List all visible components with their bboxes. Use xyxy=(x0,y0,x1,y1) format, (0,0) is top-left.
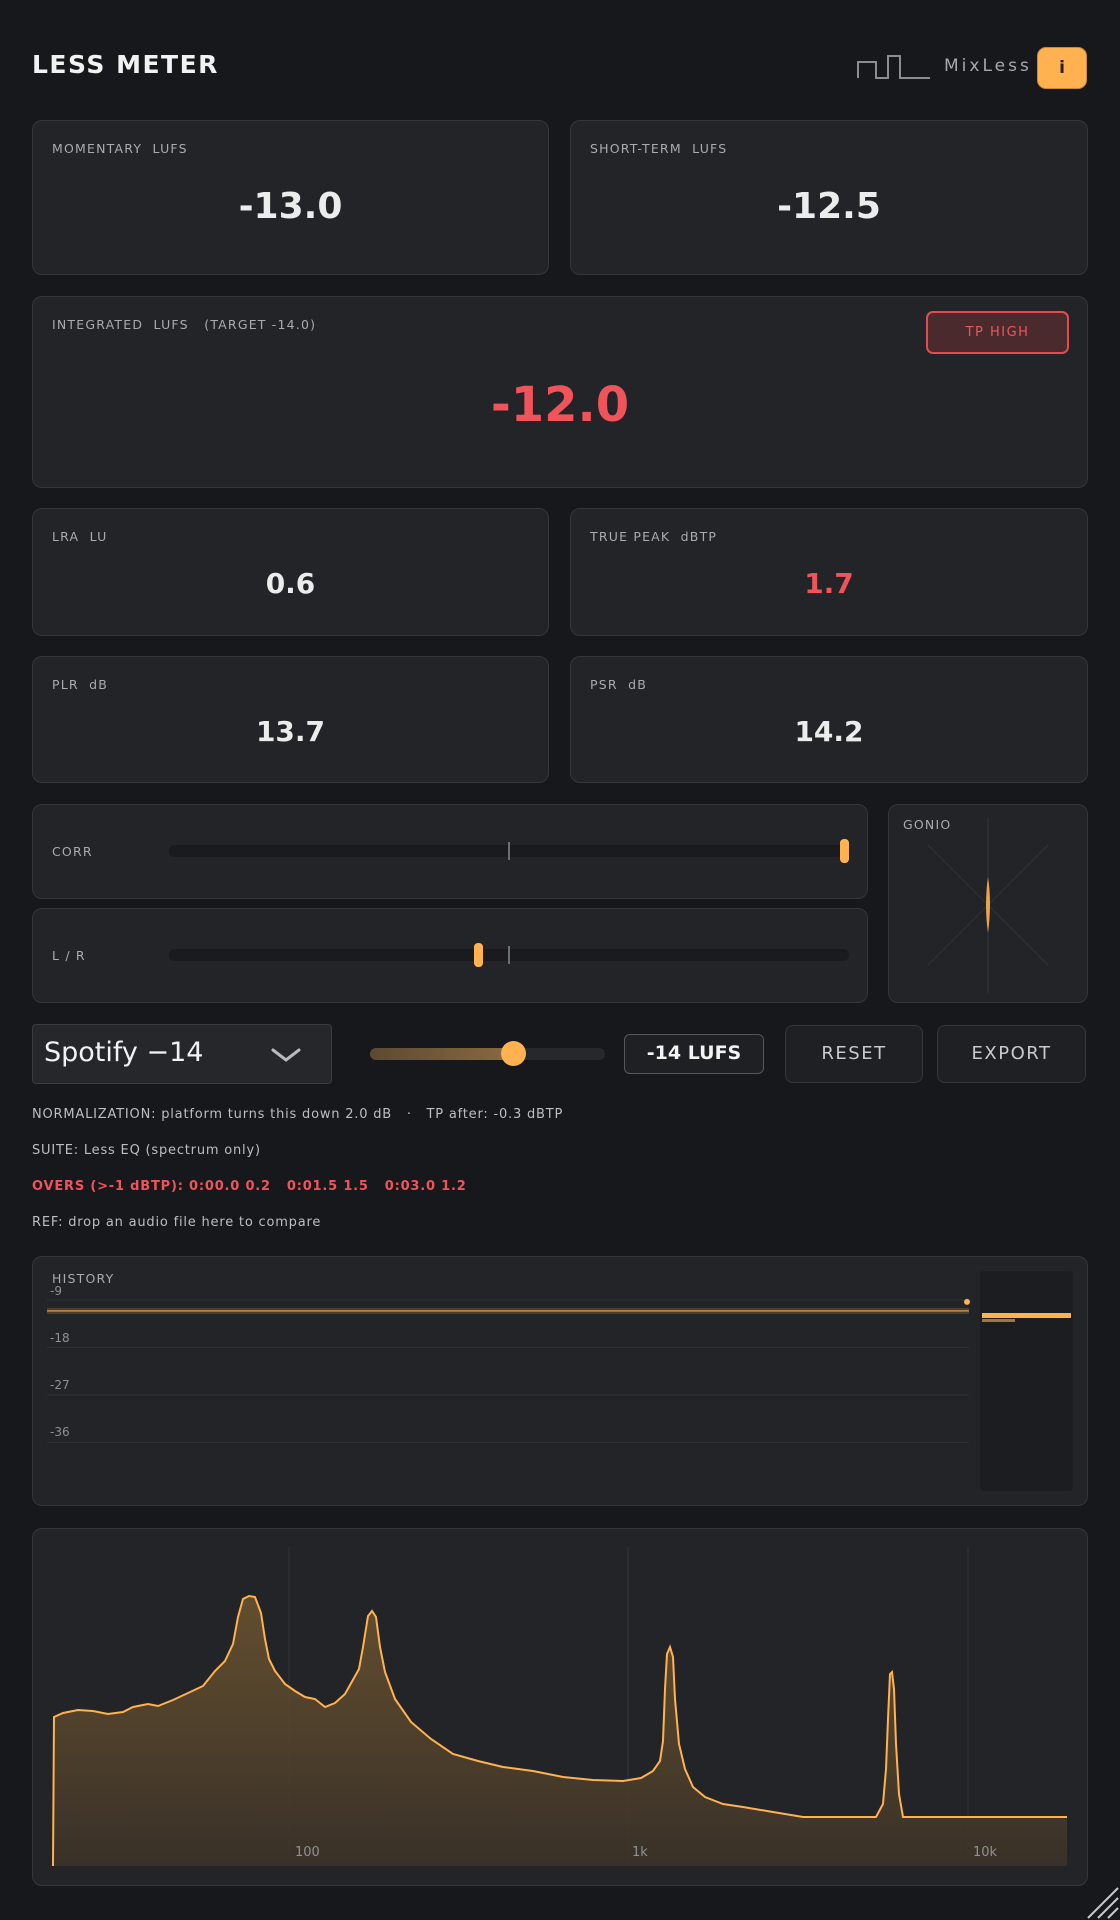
reset-button[interactable]: RESET xyxy=(785,1025,923,1083)
overs-info: OVERS (>-1 dBTP): 0:00.0 0.2 0:01.5 1.5 … xyxy=(32,1179,467,1194)
spectrum-tick-10k: 10k xyxy=(973,1845,998,1860)
true-peak-value: 1.7 xyxy=(804,567,854,600)
lra-label: LRA LU xyxy=(52,529,108,544)
short-term-lufs-panel: SHORT-TERM LUFS -12.5 xyxy=(570,120,1088,275)
balance-center-tick xyxy=(508,946,510,964)
true-peak-label: TRUE PEAK dBTP xyxy=(590,529,718,544)
history-side-meter xyxy=(980,1271,1073,1491)
correlation-meter-panel: CORR xyxy=(32,804,868,899)
spectrum-tick-100: 100 xyxy=(295,1845,320,1860)
psr-label: PSR dB xyxy=(590,677,648,692)
preset-select-value: Spotify −14 xyxy=(44,1037,204,1068)
correlation-indicator xyxy=(840,839,849,863)
resize-grip-icon[interactable] xyxy=(1084,1884,1120,1920)
target-lufs-readout: -14 LUFS xyxy=(624,1034,764,1074)
balance-label: L / R xyxy=(52,948,86,963)
correlation-label: CORR xyxy=(52,844,93,859)
true-peak-panel: TRUE PEAK dBTP 1.7 xyxy=(570,508,1088,636)
balance-meter-panel: L / R xyxy=(32,908,868,1003)
momentary-lufs-value: -13.0 xyxy=(238,186,343,227)
waveform-logo-icon xyxy=(857,55,930,79)
history-panel: HISTORY -9 -18 -27 -36 xyxy=(32,1256,1088,1506)
integrated-lufs-label: INTEGRATED LUFS (TARGET -14.0) xyxy=(52,317,317,332)
target-loudness-slider[interactable] xyxy=(370,1040,605,1068)
spectrum-panel: 100 1k 10k xyxy=(32,1528,1088,1886)
history-side-meter-bar-secondary xyxy=(982,1319,1015,1322)
spectrum-graph xyxy=(52,1547,1067,1867)
balance-indicator xyxy=(473,943,483,967)
history-current-dot xyxy=(964,1298,970,1305)
integrated-lufs-panel: INTEGRATED LUFS (TARGET -14.0) TP HIGH -… xyxy=(32,296,1088,488)
normalization-info: NORMALIZATION: platform turns this down … xyxy=(32,1107,564,1122)
lra-panel: LRA LU 0.6 xyxy=(32,508,549,636)
psr-value: 14.2 xyxy=(794,715,864,748)
short-term-lufs-label: SHORT-TERM LUFS xyxy=(590,141,728,156)
momentary-lufs-panel: MOMENTARY LUFS -13.0 xyxy=(32,120,549,275)
reference-drop-hint[interactable]: REF: drop an audio file here to compare xyxy=(32,1215,321,1230)
plr-label: PLR dB xyxy=(52,677,109,692)
history-side-meter-bar xyxy=(982,1313,1071,1318)
platform-preset-select[interactable]: Spotify −14 xyxy=(32,1024,332,1084)
info-button[interactable]: i xyxy=(1037,47,1087,89)
spectrum-tick-1k: 1k xyxy=(632,1845,648,1860)
suite-info: SUITE: Less EQ (spectrum only) xyxy=(32,1143,261,1158)
correlation-center-tick xyxy=(508,842,510,860)
plr-value: 13.7 xyxy=(255,715,326,748)
chevron-down-icon xyxy=(271,1048,301,1062)
slider-handle[interactable] xyxy=(501,1041,527,1066)
slider-fill xyxy=(370,1048,514,1060)
momentary-lufs-label: MOMENTARY LUFS xyxy=(52,141,188,156)
app-title: LESS METER xyxy=(32,50,219,79)
plr-panel: PLR dB 13.7 xyxy=(32,656,549,783)
history-graph xyxy=(47,1298,970,1443)
psr-panel: PSR dB 14.2 xyxy=(570,656,1088,783)
goniometer-panel: GONIO xyxy=(888,804,1088,1003)
brand-name: MixLess xyxy=(944,56,1032,76)
lra-value: 0.6 xyxy=(265,567,316,600)
integrated-lufs-value: -12.0 xyxy=(490,377,630,433)
export-button[interactable]: EXPORT xyxy=(937,1025,1086,1083)
goniometer-display xyxy=(927,817,1049,993)
short-term-lufs-value: -12.5 xyxy=(777,186,881,227)
spectrum-area xyxy=(53,1596,1067,1866)
tp-high-badge[interactable]: TP HIGH xyxy=(926,311,1069,354)
